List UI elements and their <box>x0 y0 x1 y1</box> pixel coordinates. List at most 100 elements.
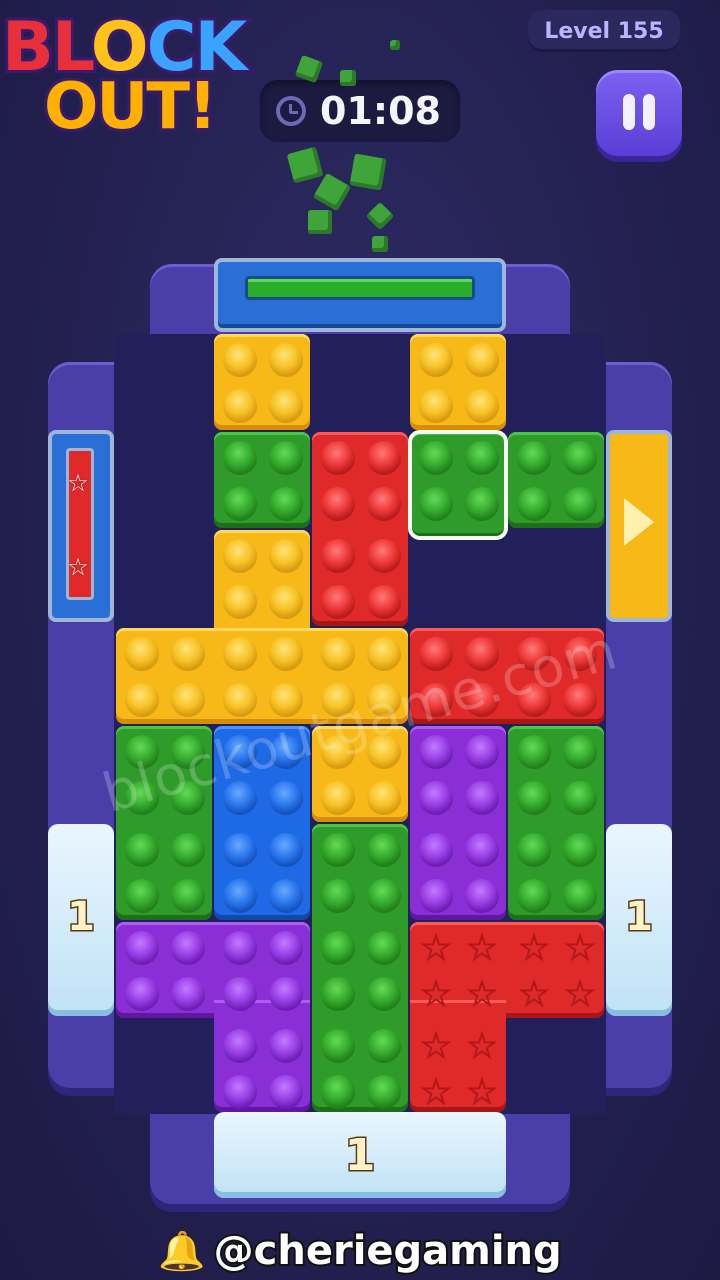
stud <box>321 441 355 475</box>
stud <box>321 585 355 619</box>
stud <box>563 441 597 475</box>
stud <box>223 977 257 1011</box>
stud <box>269 833 303 867</box>
stud <box>517 879 551 913</box>
stud <box>419 487 453 521</box>
stud <box>465 879 499 913</box>
stud <box>269 487 303 521</box>
stud <box>269 781 303 815</box>
stud <box>367 781 401 815</box>
stud <box>367 1075 401 1109</box>
stud <box>269 1075 303 1109</box>
stud <box>419 833 453 867</box>
stud <box>269 343 303 377</box>
star-icon: ☆ <box>420 1072 452 1113</box>
stud <box>465 441 499 475</box>
stud <box>171 977 205 1011</box>
stud <box>223 487 257 521</box>
stud <box>321 931 355 965</box>
star-icon: ☆ <box>466 928 498 969</box>
stud <box>419 781 453 815</box>
stud <box>465 343 499 377</box>
stud <box>367 879 401 913</box>
stud <box>321 977 355 1011</box>
stud <box>269 539 303 573</box>
stud <box>125 977 159 1011</box>
stud <box>563 487 597 521</box>
stud <box>563 781 597 815</box>
stud <box>321 781 355 815</box>
stud <box>465 833 499 867</box>
stud <box>223 879 257 913</box>
stud <box>367 539 401 573</box>
stud <box>367 637 401 671</box>
stud <box>367 833 401 867</box>
stud <box>269 879 303 913</box>
star-icon: ☆ <box>420 1026 452 1067</box>
stud <box>223 343 257 377</box>
stud <box>125 931 159 965</box>
stud <box>321 1075 355 1109</box>
stud <box>367 931 401 965</box>
stud <box>269 441 303 475</box>
stud <box>171 683 205 717</box>
stud <box>321 539 355 573</box>
stud <box>321 487 355 521</box>
stud <box>321 637 355 671</box>
stud <box>321 1029 355 1063</box>
stud <box>125 683 159 717</box>
stud <box>223 637 257 671</box>
star-icon: ☆ <box>420 928 452 969</box>
stud <box>419 389 453 423</box>
stud <box>419 441 453 475</box>
stud <box>223 683 257 717</box>
stud <box>465 735 499 769</box>
credit: 🔔 @cheriegaming <box>0 1226 720 1276</box>
stud <box>269 977 303 1011</box>
stud <box>223 441 257 475</box>
stud <box>367 487 401 521</box>
stud <box>367 977 401 1011</box>
stud <box>517 441 551 475</box>
stud <box>465 389 499 423</box>
star-icon: ☆ <box>466 1026 498 1067</box>
stud <box>269 389 303 423</box>
star-icon: ☆ <box>466 1072 498 1113</box>
stud <box>465 487 499 521</box>
stud <box>465 781 499 815</box>
stud <box>367 441 401 475</box>
stud <box>125 637 159 671</box>
stud <box>517 735 551 769</box>
stud <box>269 1029 303 1063</box>
star-icon: ☆ <box>564 974 596 1015</box>
stud <box>223 833 257 867</box>
stud <box>171 637 205 671</box>
stud <box>269 585 303 619</box>
stud <box>223 389 257 423</box>
stud <box>125 833 159 867</box>
stud <box>171 879 205 913</box>
star-icon: ☆ <box>518 928 550 969</box>
stud <box>223 1029 257 1063</box>
stud <box>517 833 551 867</box>
credit-handle: @cheriegaming <box>212 1226 564 1276</box>
stud <box>223 585 257 619</box>
stud <box>367 1029 401 1063</box>
stud <box>563 879 597 913</box>
stud <box>223 931 257 965</box>
stud <box>269 931 303 965</box>
stud <box>223 539 257 573</box>
stud <box>517 781 551 815</box>
stud <box>563 833 597 867</box>
stud <box>367 585 401 619</box>
stud <box>125 879 159 913</box>
stud <box>321 879 355 913</box>
stud <box>419 735 453 769</box>
stud <box>171 931 205 965</box>
stud <box>269 637 303 671</box>
star-icon: ☆ <box>518 974 550 1015</box>
stud <box>321 833 355 867</box>
stud <box>171 833 205 867</box>
stud <box>223 1075 257 1109</box>
stud <box>419 879 453 913</box>
